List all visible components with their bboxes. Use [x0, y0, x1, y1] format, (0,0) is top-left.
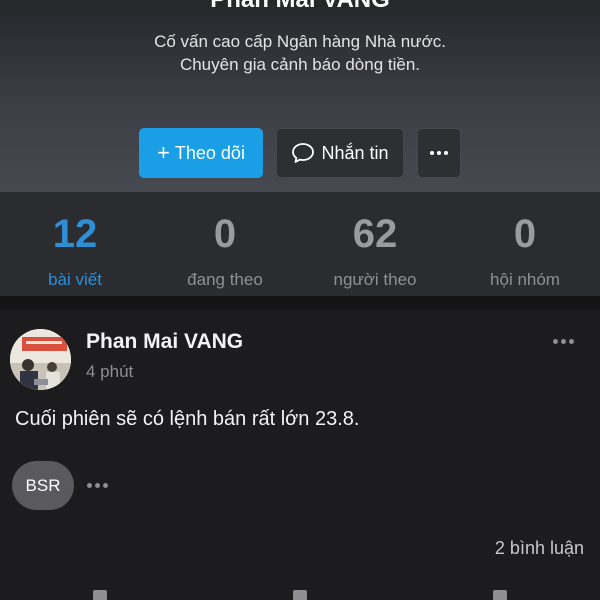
message-label: Nhắn tin [321, 142, 389, 163]
ellipsis-icon [430, 151, 448, 155]
profile-header: Phan Mai VANG Cố vấn cao cấp Ngân hàng N… [0, 0, 600, 192]
stat-groups[interactable]: 0 hội nhóm [450, 192, 600, 296]
stat-label: đang theo [187, 270, 263, 289]
tag-more-button[interactable] [87, 483, 108, 488]
thumbs-up-icon [93, 590, 107, 600]
profile-bio: Cố vấn cao cấp Ngân hàng Nhà nước. Chuyê… [0, 30, 600, 76]
stat-followers[interactable]: 62 người theo [300, 192, 450, 296]
comment-icon [293, 590, 307, 600]
post-action-bar [0, 586, 600, 600]
plus-icon: + [157, 140, 170, 165]
message-button[interactable]: Nhắn tin [276, 128, 404, 178]
post-timestamp: 4 phút [86, 362, 134, 381]
share-icon [493, 590, 507, 600]
bio-line-1: Cố vấn cao cấp Ngân hàng Nhà nước. [154, 32, 446, 51]
stat-value: 0 [513, 212, 537, 256]
stat-value: 12 [52, 212, 98, 256]
post-author[interactable]: Phan Mai VANG [86, 330, 243, 354]
stat-value: 0 [213, 212, 237, 256]
comment-action[interactable] [293, 586, 307, 600]
stat-label: bài viết [48, 270, 102, 289]
stock-tag[interactable]: BSR [12, 461, 74, 510]
profile-actions: + Theo dõi Nhắn tin [0, 128, 600, 178]
follow-label: Theo dõi [174, 142, 245, 163]
avatar-image [10, 329, 71, 390]
stat-posts[interactable]: 12 bài viết [0, 192, 150, 296]
avatar[interactable] [10, 329, 71, 390]
share-action[interactable] [493, 586, 507, 600]
stat-label: hội nhóm [490, 270, 560, 289]
ellipsis-icon [87, 483, 108, 488]
post-options-button[interactable] [553, 339, 574, 344]
follow-button[interactable]: + Theo dõi [139, 128, 263, 178]
ellipsis-icon [553, 339, 574, 344]
profile-stats: 12 bài viết 0 đang theo 62 người theo 0 … [0, 192, 600, 296]
comment-count[interactable]: 2 bình luận [495, 538, 584, 559]
like-action[interactable] [93, 586, 107, 600]
profile-name: Phan Mai VANG [0, 0, 600, 14]
more-options-button[interactable] [417, 128, 461, 178]
post-content: Cuối phiên sẽ có lệnh bán rất lớn 23.8. [15, 408, 360, 430]
stat-value: 62 [352, 212, 398, 256]
section-divider [0, 296, 600, 310]
chat-bubble-icon [292, 143, 315, 163]
bio-line-2: Chuyên gia cảnh báo dòng tiền. [179, 55, 421, 74]
post-card: Phan Mai VANG 4 phút Cuối phiên sẽ có lệ… [0, 310, 600, 600]
stat-label: người theo [333, 270, 417, 289]
stat-following[interactable]: 0 đang theo [150, 192, 300, 296]
